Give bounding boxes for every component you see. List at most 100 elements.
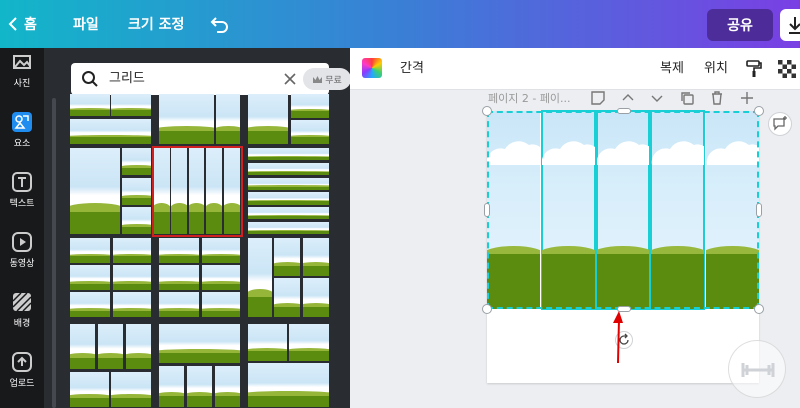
thumbnail-cell (248, 94, 289, 144)
cloud-icon (651, 141, 705, 165)
resize-handle[interactable] (617, 108, 631, 114)
cloud-icon (596, 141, 650, 165)
thumbnail-cell (223, 148, 241, 235)
thumbnail-cell (248, 207, 330, 220)
color-picker-swatch[interactable] (362, 58, 382, 78)
grid-template-thumbnail[interactable] (70, 238, 152, 318)
grid-template-thumbnail[interactable] (70, 148, 152, 235)
thumbnail-cell (159, 292, 200, 318)
grid-cell[interactable] (706, 111, 759, 309)
elements-panel: 그리드 무료 (44, 48, 350, 408)
undo-icon[interactable] (208, 12, 232, 36)
thumbnail-cell (70, 148, 121, 235)
thumbnail-cell (159, 238, 200, 263)
thumbnail-cell (111, 371, 152, 408)
dumbbell-icon (741, 363, 775, 377)
thumbnail-cell (159, 265, 200, 290)
resize-menu[interactable]: 크기 조정 (128, 0, 184, 48)
editor-toolbar: 간격 복제 위치 (350, 48, 800, 90)
resize-handle[interactable] (754, 304, 764, 314)
panel-scrollbar[interactable] (52, 98, 56, 408)
add-comment-button[interactable] (768, 112, 792, 136)
photo-icon (13, 54, 31, 69)
grid-template-thumbnail[interactable] (152, 146, 243, 237)
grid-template-thumbnail[interactable] (159, 238, 241, 318)
five-column-grid[interactable] (487, 110, 759, 310)
thumbnail-cell (214, 366, 241, 408)
spacing-button[interactable]: 간격 (400, 48, 424, 90)
add-page-icon[interactable] (739, 90, 755, 106)
grid-cell[interactable] (540, 110, 596, 310)
rail-item-upload[interactable]: 업로드 (0, 340, 44, 400)
thumbnail-cell (70, 292, 111, 318)
grid-cell[interactable] (595, 110, 651, 310)
close-icon[interactable] (283, 72, 297, 86)
thumbnail-cell (122, 148, 152, 175)
thumbnail-cell (248, 192, 330, 205)
thumbnail-cell (274, 238, 301, 276)
thumbnail-cell (112, 265, 152, 290)
copy-page-icon[interactable] (679, 90, 695, 106)
grid-template-thumbnail[interactable] (248, 238, 330, 318)
search-bar[interactable]: 그리드 무료 (71, 63, 350, 95)
comment-icon (773, 116, 787, 131)
grid-template-thumbnail[interactable] (248, 324, 330, 408)
share-button[interactable]: 공유 (707, 9, 773, 41)
thumbnail-cell (248, 177, 330, 190)
paint-format-icon[interactable] (745, 60, 763, 78)
grid-template-thumbnail[interactable] (248, 94, 330, 144)
thumbnail-cell (154, 148, 170, 235)
resize-handle[interactable] (482, 304, 492, 314)
grid-template-thumbnail[interactable] (70, 94, 152, 144)
thumbnail-cell (112, 292, 152, 318)
page-title: 페이지 2 - 페이... (488, 92, 571, 105)
thumbnail-cell (216, 94, 241, 144)
chevron-up-icon[interactable] (620, 90, 636, 106)
grid-template-thumbnail[interactable] (159, 324, 241, 408)
rail-label: 요소 (13, 138, 31, 149)
thumbnail-cell (274, 278, 301, 318)
cloud-icon (706, 141, 759, 165)
transparency-icon[interactable] (778, 60, 796, 78)
thumbnail-cell (159, 94, 214, 144)
free-filter-badge[interactable]: 무료 (303, 68, 350, 90)
resize-handle[interactable] (482, 106, 492, 116)
thumbnail-cell (171, 148, 188, 235)
thumbnail-cell (159, 324, 241, 364)
thumbnail-cell (70, 119, 152, 144)
file-menu[interactable]: 파일 (73, 0, 99, 48)
rail-item-photos[interactable]: 사진 (0, 40, 44, 100)
grid-cell[interactable] (650, 110, 706, 310)
thumbnail-cell (302, 278, 330, 318)
grid-cell[interactable] (487, 111, 540, 309)
resize-handle[interactable] (756, 203, 762, 217)
resize-handle[interactable] (754, 106, 764, 116)
duplicate-button[interactable]: 복제 (660, 48, 684, 90)
position-button[interactable]: 위치 (704, 48, 728, 90)
rail-item-text[interactable]: 텍스트 (0, 160, 44, 220)
note-icon[interactable] (590, 90, 606, 106)
thumbnail-cell (248, 148, 330, 161)
chevron-down-icon[interactable] (649, 90, 665, 106)
grid-template-thumbnail[interactable] (70, 324, 152, 408)
rail-item-elements[interactable]: 요소 (0, 100, 44, 160)
resize-handle[interactable] (484, 203, 490, 217)
thumbnail-cell (70, 265, 111, 290)
thumbnail-cell (201, 238, 241, 263)
top-bar: 홈 파일 크기 조정 공유 (0, 0, 800, 48)
canvas-area: 페이지 2 - 페이... (350, 90, 800, 408)
rail-item-background[interactable]: 배경 (0, 280, 44, 340)
rail-item-video[interactable]: 동영상 (0, 220, 44, 280)
rail-label: 업로드 (9, 378, 35, 389)
grid-template-thumbnail[interactable] (159, 94, 241, 144)
grid-template-thumbnail[interactable] (248, 148, 330, 235)
thumbnail-cell (122, 207, 152, 235)
trash-icon[interactable] (709, 90, 725, 106)
cloud-icon (487, 141, 540, 165)
download-icon (789, 17, 800, 34)
upload-icon (12, 351, 32, 372)
watermark-logo (728, 340, 786, 398)
download-button[interactable] (780, 9, 800, 41)
search-input[interactable]: 그리드 (109, 63, 145, 95)
home-label: 홈 (24, 17, 37, 33)
